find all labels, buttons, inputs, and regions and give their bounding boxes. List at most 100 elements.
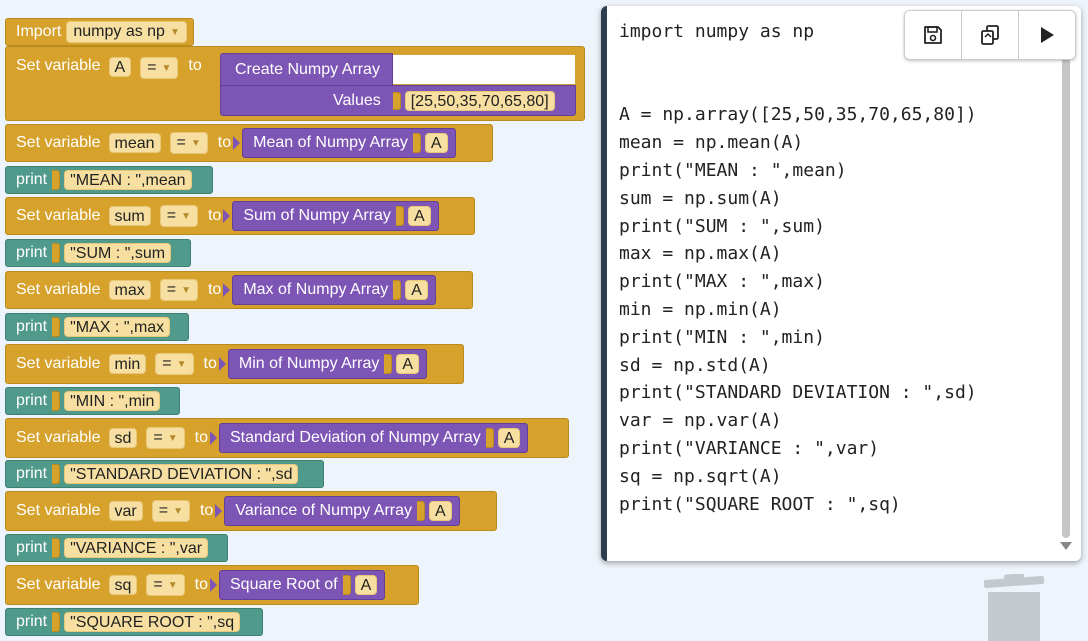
print-block-var[interactable]: print "VARIANCE : ",var	[5, 534, 228, 562]
sq-numpy-block[interactable]: Square Root of A	[219, 570, 386, 600]
input-connector	[223, 209, 231, 223]
set-variable-block-sd[interactable]: Set variable sd = ▼ to Standard Deviation…	[5, 418, 569, 458]
scroll-thumb[interactable]	[1062, 18, 1070, 538]
print-block-sd[interactable]: print "STANDARD DEVIATION : ",sd	[5, 460, 324, 488]
arg-field-A[interactable]: A	[407, 206, 431, 226]
min-numpy-block[interactable]: Min of Numpy Array A	[227, 349, 428, 379]
print-label: print	[16, 613, 48, 630]
arg-field-A[interactable]: A	[405, 280, 428, 300]
to-label: to	[199, 502, 214, 519]
print-arg-field[interactable]: "SQUARE ROOT : ",sq	[64, 612, 241, 632]
copy-button[interactable]	[962, 11, 1019, 59]
assign-op-value: =	[162, 355, 172, 372]
set-variable-block-A[interactable]: Set variable A = ▼ to Create Numpy Array…	[5, 46, 585, 121]
to-label: to	[207, 281, 222, 298]
import-module-dropdown[interactable]: numpy as np ▼	[66, 21, 187, 43]
chevron-down-icon: ▼	[176, 358, 187, 370]
create-numpy-array-label: Create Numpy Array	[220, 53, 393, 86]
set-variable-block-sq[interactable]: Set variable sq = ▼ to Square Root of A	[5, 565, 419, 605]
assign-op-dropdown[interactable]: = ▼	[151, 500, 190, 522]
run-button[interactable]	[1019, 11, 1075, 59]
chevron-down-icon: ▼	[161, 62, 172, 74]
scroll-down-arrow-icon[interactable]	[1060, 542, 1072, 550]
input-connector	[210, 578, 217, 592]
variable-field-max[interactable]: max	[108, 280, 151, 300]
input-connector	[218, 357, 226, 371]
assign-op-dropdown[interactable]: = ▼	[155, 353, 194, 375]
print-arg-field[interactable]: "VARIANCE : ",var	[64, 538, 209, 558]
variable-field-mean[interactable]: mean	[108, 133, 161, 153]
assign-op-dropdown[interactable]: = ▼	[140, 57, 179, 79]
set-variable-block-sum[interactable]: Set variable sum = ▼ to Sum of Numpy Arra…	[5, 197, 475, 235]
min-func-label: Min of Numpy Array	[238, 355, 380, 372]
print-arg-field[interactable]: "MIN : ",min	[64, 391, 161, 411]
save-button[interactable]	[905, 11, 962, 59]
arg-field-A[interactable]: A	[396, 354, 420, 374]
variable-field-A[interactable]: A	[108, 57, 132, 77]
chevron-down-icon: ▼	[181, 210, 191, 222]
arg-field-A[interactable]: A	[429, 501, 452, 521]
print-block-mean[interactable]: print "MEAN : ",mean	[5, 166, 213, 194]
print-arg-field[interactable]: "SUM : ",sum	[64, 243, 172, 263]
assign-op-value: =	[147, 59, 157, 76]
sd-numpy-block[interactable]: Standard Deviation of Numpy Array A	[219, 423, 529, 453]
assign-op-dropdown[interactable]: = ▼	[159, 205, 198, 227]
generated-code[interactable]: import numpy as np A = np.array([25,50,3…	[619, 18, 977, 518]
sum-numpy-block[interactable]: Sum of Numpy Array A	[232, 201, 439, 231]
code-scrollbar[interactable]	[1059, 12, 1072, 557]
import-block[interactable]: Import numpy as np ▼	[5, 18, 194, 46]
set-variable-block-mean[interactable]: Set variable mean = ▼ to Mean of Numpy Ar…	[5, 124, 493, 162]
print-arg-field[interactable]: "STANDARD DEVIATION : ",sd	[64, 464, 299, 484]
input-connector	[392, 91, 401, 110]
arg-field-A[interactable]: A	[424, 133, 448, 153]
input-connector	[210, 431, 217, 445]
arg-field-A[interactable]: A	[354, 575, 378, 595]
assign-op-value: =	[166, 281, 177, 298]
variable-field-sd[interactable]: sd	[108, 428, 138, 448]
trash-icon[interactable]	[982, 574, 1046, 641]
print-block-sq[interactable]: print "SQUARE ROOT : ",sq	[5, 608, 263, 636]
assign-op-value: =	[176, 134, 186, 151]
set-variable-label: Set variable	[16, 207, 101, 224]
variable-field-var[interactable]: var	[108, 501, 143, 521]
chevron-down-icon: ▼	[181, 284, 191, 296]
import-module-value: numpy as np	[73, 23, 165, 40]
max-numpy-block[interactable]: Max of Numpy Array A	[232, 275, 436, 305]
variable-field-min[interactable]: min	[108, 354, 147, 374]
assign-op-dropdown[interactable]: = ▼	[169, 132, 208, 154]
print-block-min[interactable]: print "MIN : ",min	[5, 387, 180, 415]
assign-op-value: =	[153, 576, 163, 593]
input-connector	[417, 501, 425, 521]
mean-numpy-block[interactable]: Mean of Numpy Array A	[242, 128, 456, 158]
variable-field-sum[interactable]: sum	[108, 206, 151, 226]
create-numpy-array-block[interactable]: Create Numpy Array Values [25,50,35,70,6…	[220, 53, 576, 116]
input-connector	[52, 317, 61, 337]
set-variable-block-max[interactable]: Set variable max = ▼ to Max of Numpy Arra…	[5, 271, 473, 309]
var-numpy-block[interactable]: Variance of Numpy Array A	[224, 496, 460, 526]
set-variable-block-var[interactable]: Set variable var = ▼ to Variance of Numpy…	[5, 491, 497, 531]
to-label: to	[217, 134, 232, 151]
print-block-max[interactable]: print "MAX : ",max	[5, 313, 189, 341]
variable-field-sq[interactable]: sq	[108, 575, 138, 595]
code-panel[interactable]: import numpy as np A = np.array([25,50,3…	[601, 6, 1081, 561]
print-block-sum[interactable]: print "SUM : ",sum	[5, 239, 191, 267]
print-label: print	[16, 244, 48, 261]
assign-op-dropdown[interactable]: = ▼	[146, 427, 185, 449]
input-connector	[52, 612, 61, 632]
assign-op-dropdown[interactable]: = ▼	[159, 279, 198, 301]
max-func-label: Max of Numpy Array	[243, 281, 389, 298]
print-arg-field[interactable]: "MEAN : ",mean	[64, 170, 192, 190]
chevron-down-icon: ▼	[169, 26, 180, 38]
values-field[interactable]: [25,50,35,70,65,80]	[404, 90, 555, 111]
input-connector	[52, 391, 61, 411]
input-connector	[52, 538, 61, 558]
set-variable-block-min[interactable]: Set variable min = ▼ to Min of Numpy Arra…	[5, 344, 464, 384]
to-label: to	[194, 429, 208, 446]
var-func-label: Variance of Numpy Array	[235, 502, 412, 519]
input-connector	[52, 243, 61, 263]
assign-op-dropdown[interactable]: = ▼	[146, 574, 185, 596]
chevron-down-icon: ▼	[173, 505, 183, 517]
arg-field-A[interactable]: A	[497, 428, 521, 448]
print-arg-field[interactable]: "MAX : ",max	[64, 317, 171, 337]
input-connector	[395, 206, 404, 226]
